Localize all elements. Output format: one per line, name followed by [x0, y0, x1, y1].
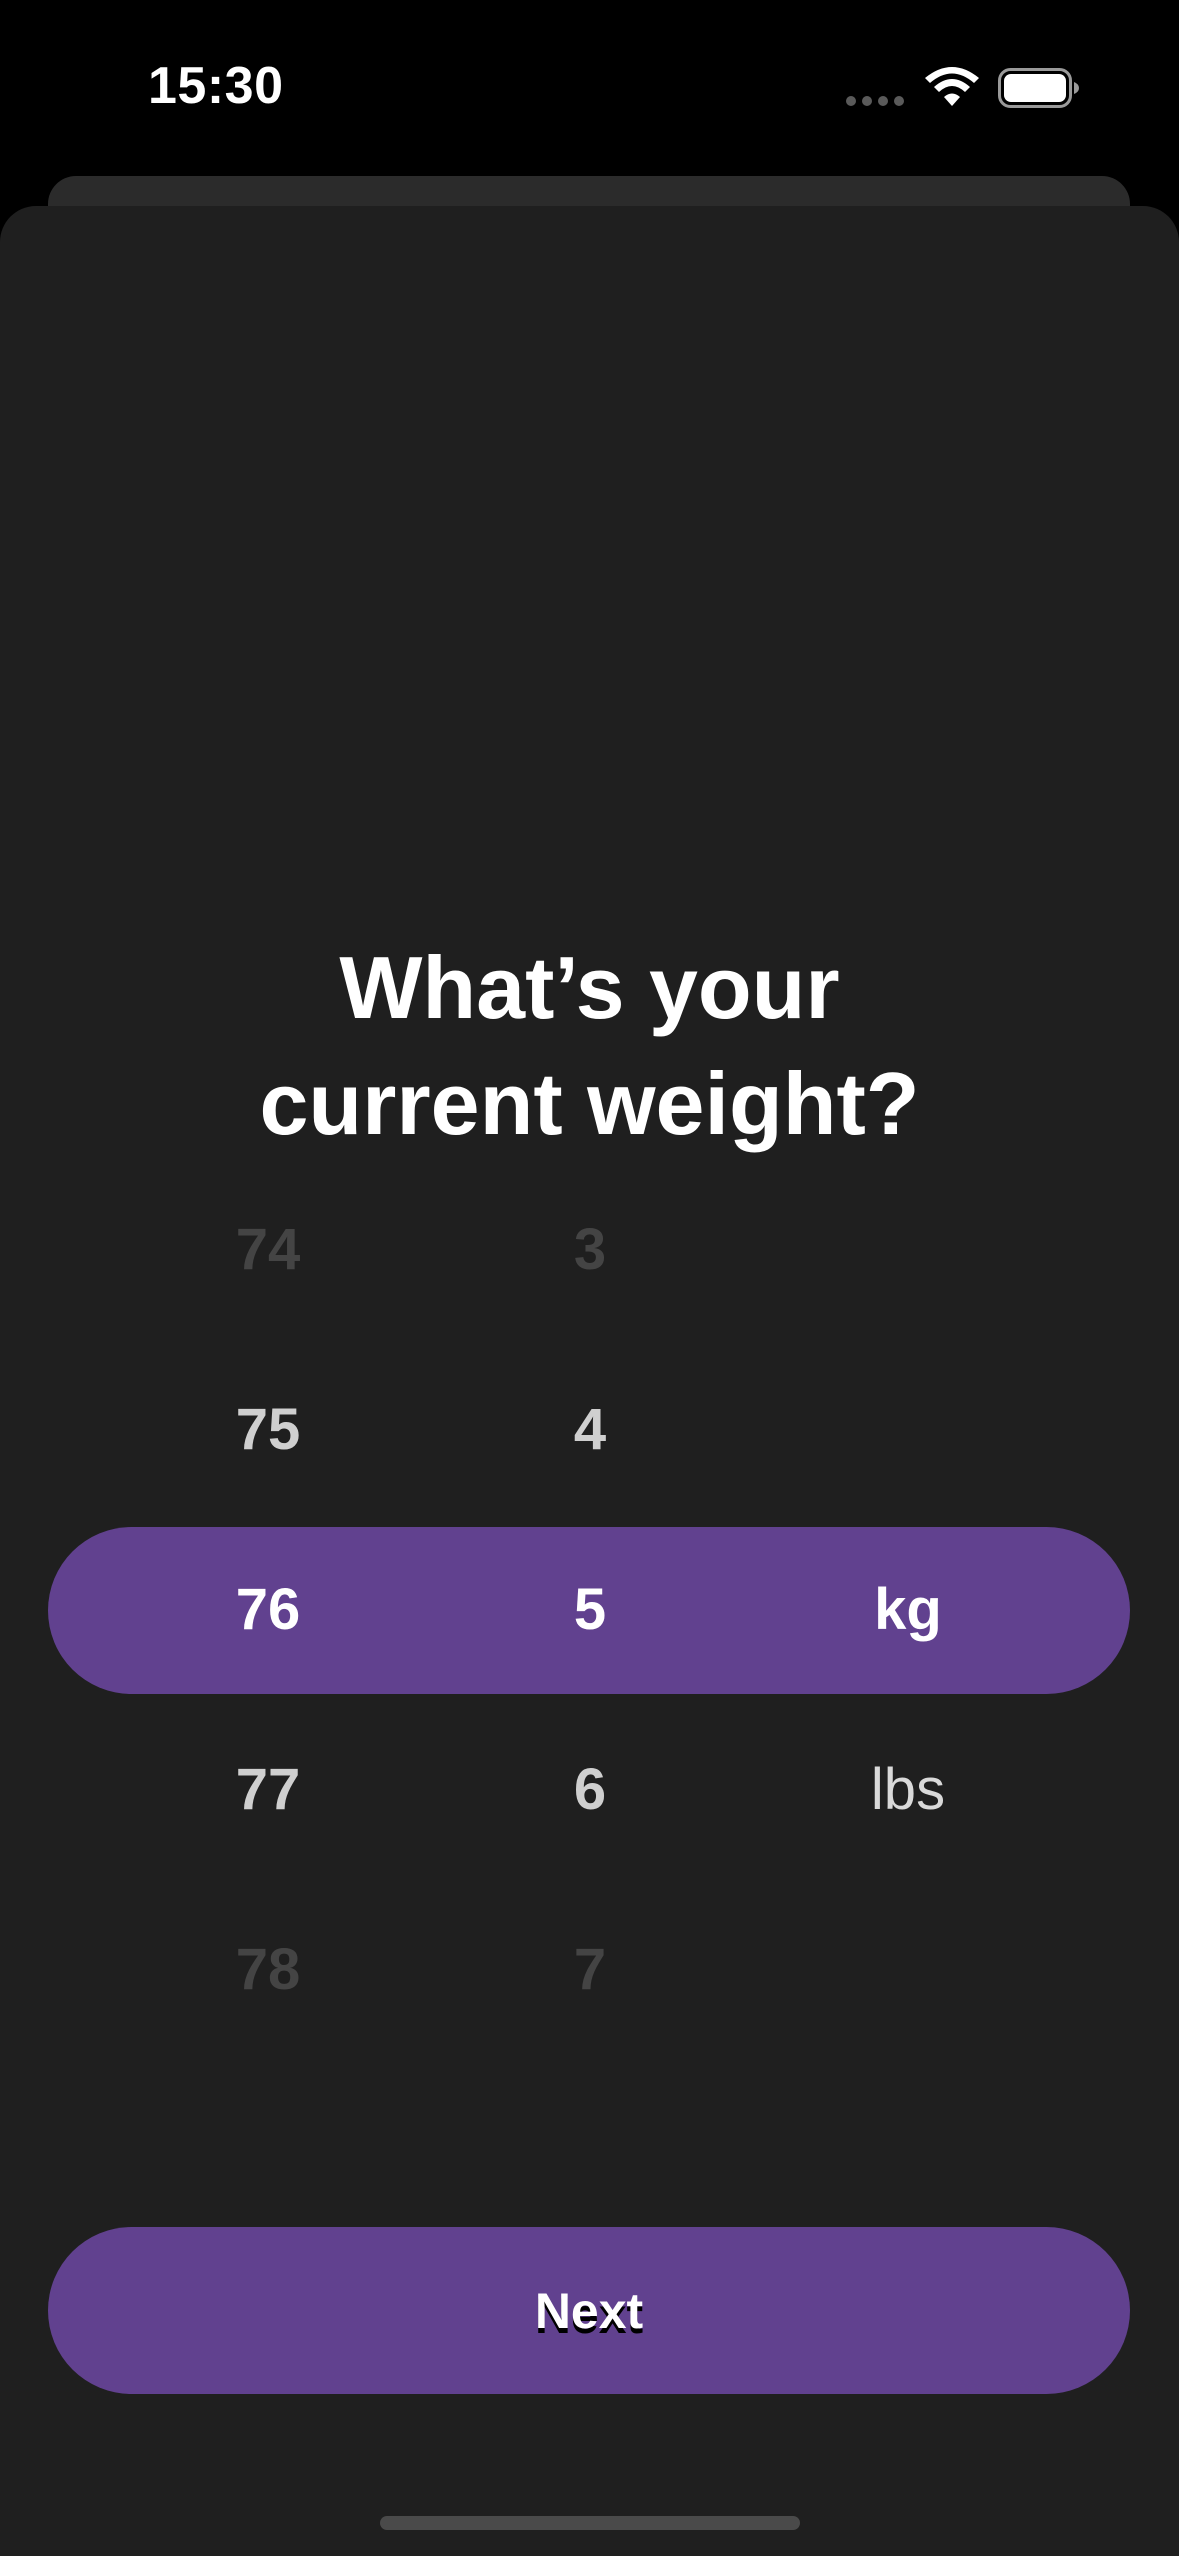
status-time: 15:30 [148, 57, 284, 115]
picker-option[interactable]: 77 [118, 1750, 418, 1830]
wifi-icon [925, 67, 979, 106]
cellular-signal-icon [846, 96, 904, 106]
picker-option[interactable]: 6 [440, 1750, 740, 1830]
modal-sheet [0, 206, 1179, 2556]
picker-option[interactable]: lbs [758, 1750, 1058, 1830]
title-line-1: What’s your [339, 938, 840, 1037]
picker-option[interactable]: 3 [440, 1210, 740, 1290]
status-bar: 15:30 [0, 0, 1179, 176]
home-indicator[interactable] [380, 2516, 800, 2530]
picker-option[interactable]: 78 [118, 1930, 418, 2010]
picker-option[interactable]: 7 [440, 1930, 740, 2010]
next-button-label: Next [534, 2282, 644, 2339]
picker-option-selected[interactable]: kg [758, 1570, 1058, 1650]
picker-option-selected[interactable]: 76 [118, 1570, 418, 1650]
picker-option[interactable]: 4 [440, 1390, 740, 1470]
title-line-2: current weight? [259, 1054, 920, 1153]
next-button[interactable]: Next [48, 2227, 1130, 2394]
picker-option[interactable]: 75 [118, 1390, 418, 1470]
picker-option[interactable]: 74 [118, 1210, 418, 1290]
battery-icon [998, 68, 1079, 108]
picker-option-selected[interactable]: 5 [440, 1570, 740, 1650]
page-title: What’s your current weight? [0, 930, 1179, 1162]
